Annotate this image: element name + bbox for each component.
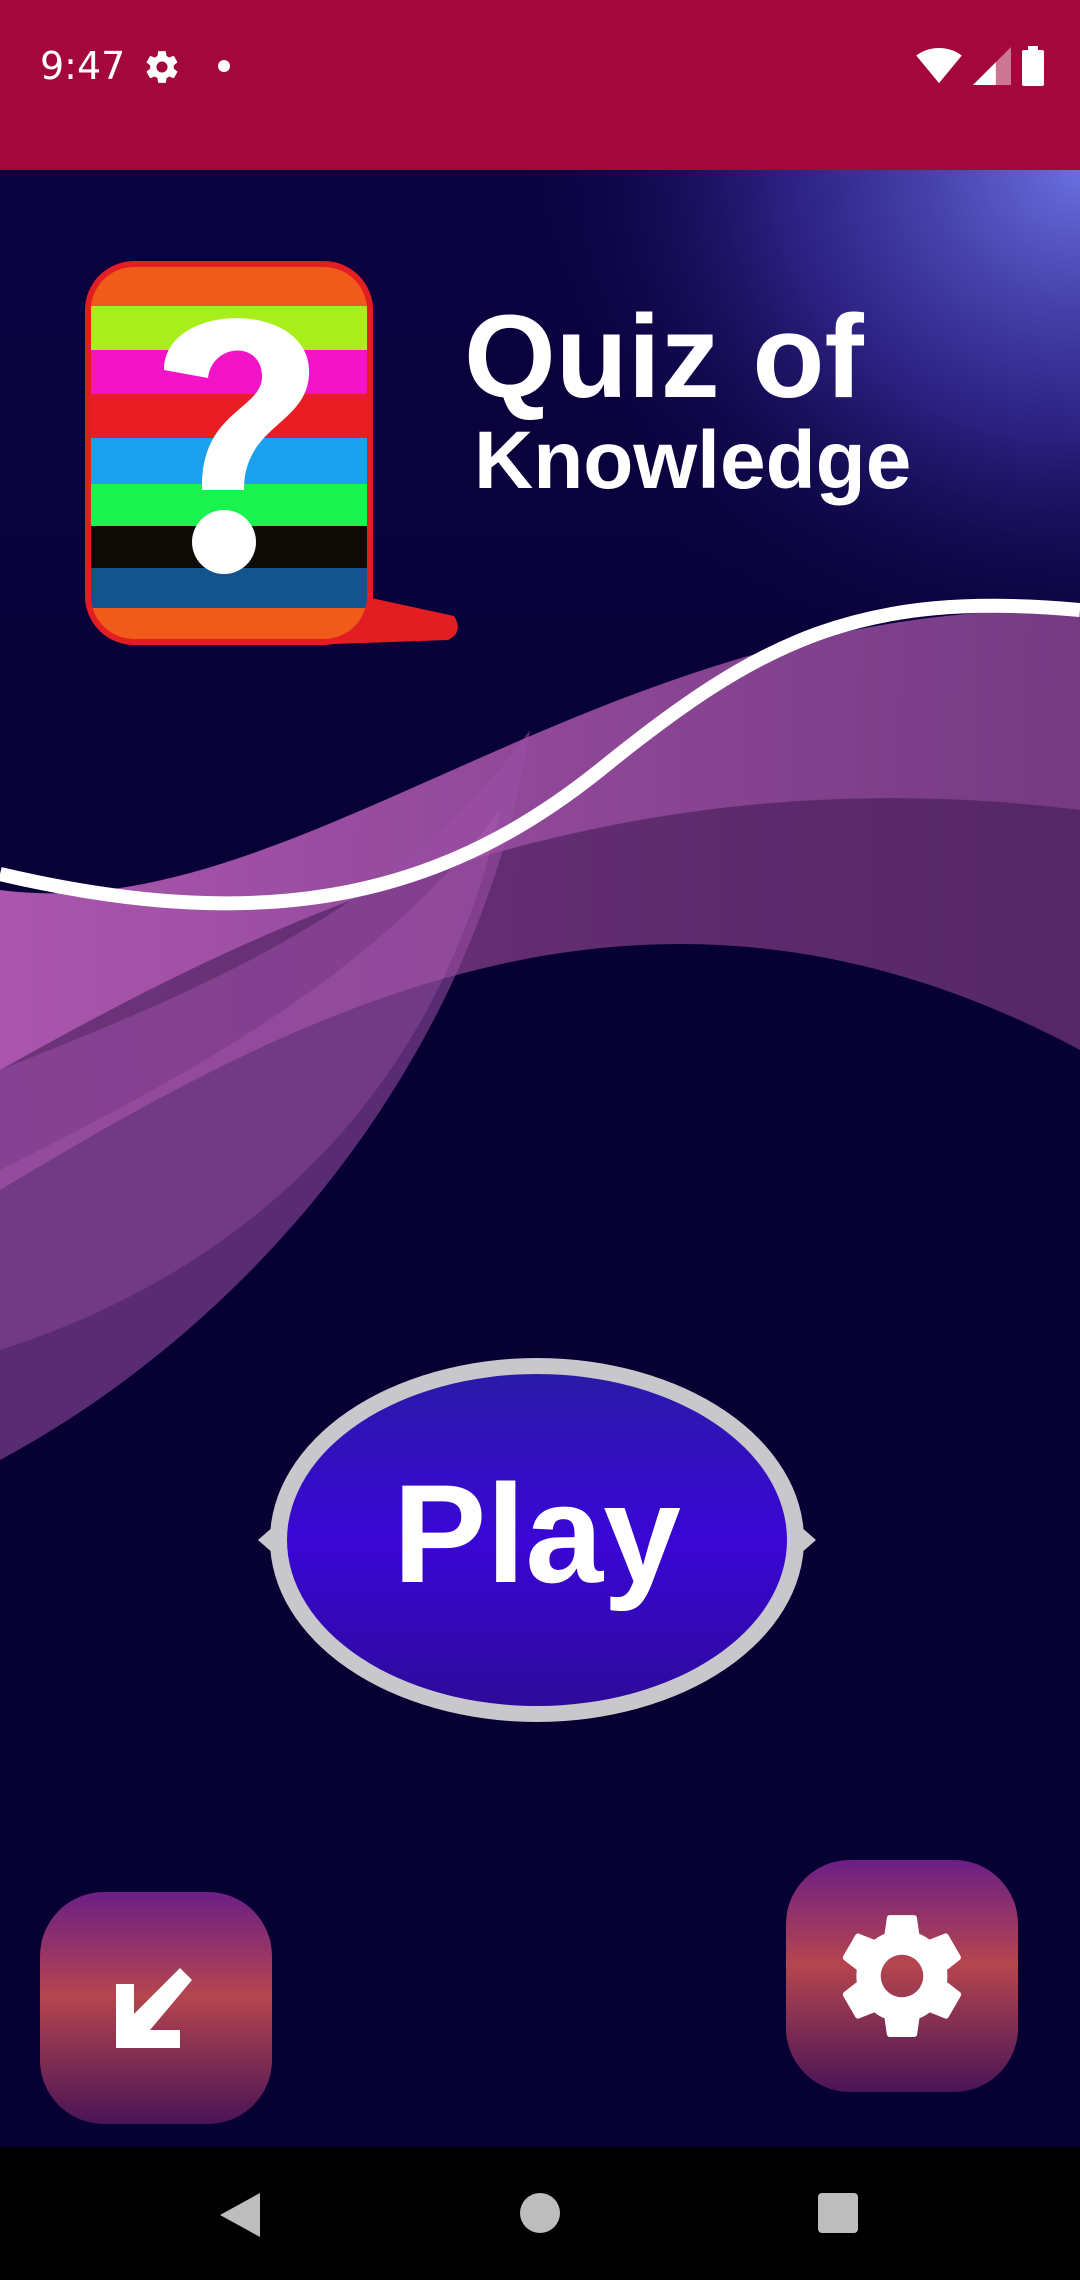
status-time: 9:47 (40, 44, 126, 88)
home-icon[interactable] (520, 2193, 560, 2233)
settings-button[interactable] (786, 1860, 1018, 2092)
navigation-bar (0, 2147, 1080, 2280)
status-indicators (916, 46, 1044, 86)
gear-icon (842, 1915, 962, 2037)
battery-icon (1022, 46, 1044, 86)
app-subtitle: Knowledge (474, 415, 912, 506)
screen: 9:47 Quiz of Knowledge Play (0, 0, 1080, 2280)
status-bar: 9:47 (0, 0, 1080, 170)
notification-dot (218, 60, 230, 72)
main-area: Quiz of Knowledge Play (0, 170, 1080, 2147)
arrow-down-left-icon (116, 1968, 192, 2048)
play-button[interactable]: Play (252, 1350, 822, 1730)
quiz-logo (85, 261, 458, 645)
app-title: Quiz of (464, 291, 864, 423)
exit-button[interactable] (40, 1892, 272, 2124)
signal-icon (973, 47, 1011, 85)
back-icon[interactable] (218, 2191, 262, 2239)
recents-icon[interactable] (818, 2193, 858, 2233)
wifi-icon (916, 47, 962, 84)
settings-icon (146, 51, 178, 83)
play-button-label: Play (393, 1455, 681, 1612)
